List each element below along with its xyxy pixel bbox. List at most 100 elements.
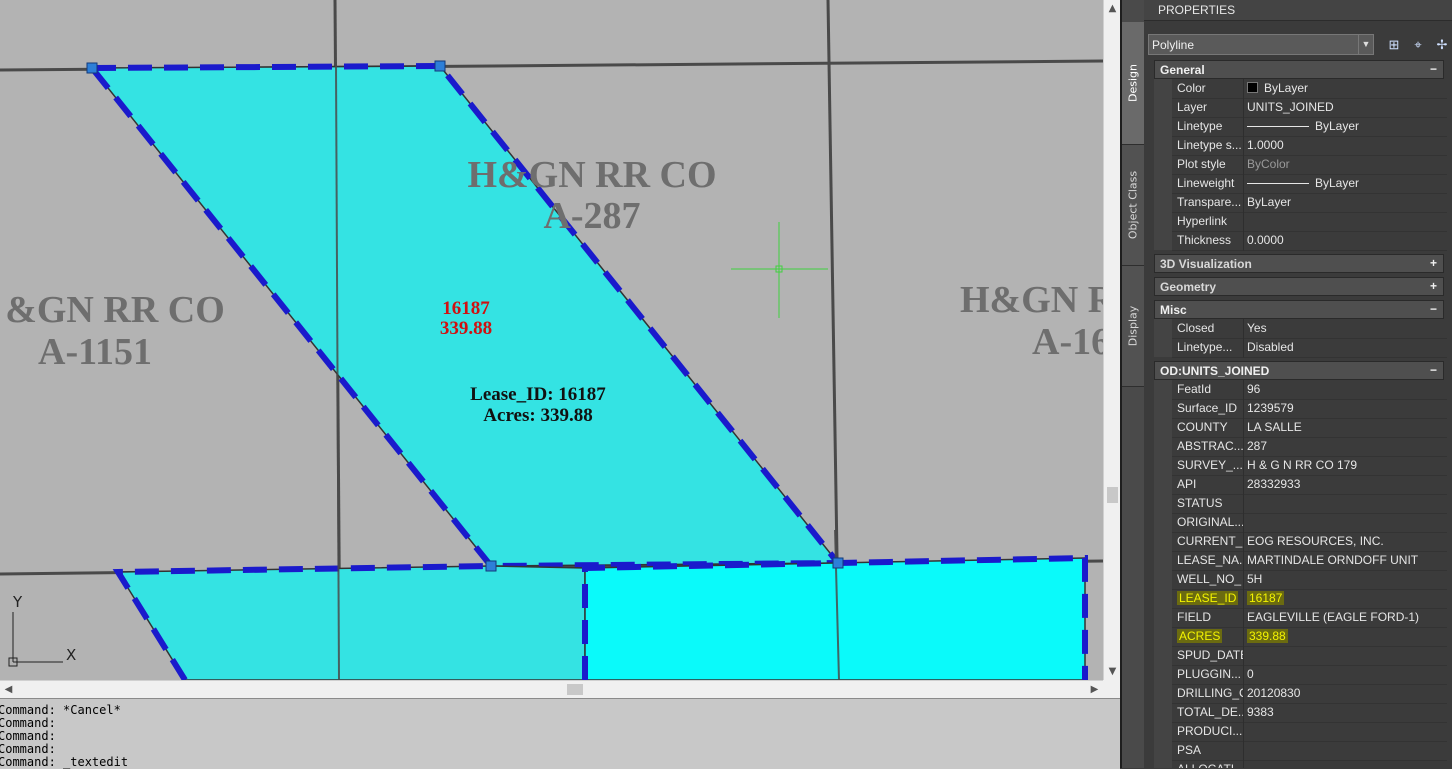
- property-value[interactable]: [1244, 494, 1447, 514]
- od-row[interactable]: ALLOCATI...: [1172, 760, 1444, 768]
- grip-vertex[interactable]: [485, 560, 497, 572]
- scroll-up-icon[interactable]: ▲: [1104, 0, 1121, 17]
- od-row[interactable]: SURVEY_... H & G N RR CO 179: [1172, 456, 1447, 476]
- property-value[interactable]: UNITS_JOINED: [1244, 98, 1447, 118]
- property-value[interactable]: [1244, 212, 1447, 232]
- toggle-pickadd-icon[interactable]: ⊞: [1384, 35, 1404, 55]
- scroll-right-icon[interactable]: ▶: [1086, 681, 1103, 698]
- property-value[interactable]: ByLayer: [1244, 174, 1447, 194]
- property-value[interactable]: 28332933: [1244, 475, 1447, 495]
- scroll-left-icon[interactable]: ◀: [0, 681, 17, 698]
- property-row-linetype[interactable]: Linetype ByLayer: [1172, 117, 1447, 137]
- section-geometry[interactable]: Geometry +: [1154, 277, 1444, 296]
- od-row[interactable]: Surface_ID 1239579: [1172, 399, 1447, 419]
- section-object-data[interactable]: OD:UNITS_JOINED −: [1154, 361, 1444, 380]
- property-value[interactable]: ByLayer: [1244, 117, 1447, 137]
- adjacent-polygon-right[interactable]: [584, 557, 1086, 680]
- horizontal-scroll-thumb[interactable]: [567, 684, 583, 695]
- select-objects-icon[interactable]: ⌖: [1408, 35, 1428, 55]
- property-value[interactable]: 16187: [1244, 589, 1447, 609]
- od-row[interactable]: CURRENT_ EOG RESOURCES, INC.: [1172, 532, 1447, 552]
- property-value[interactable]: 0: [1244, 665, 1447, 685]
- chevron-down-icon[interactable]: ▼: [1358, 35, 1373, 54]
- quick-select-icon[interactable]: ✢: [1432, 35, 1452, 55]
- property-value[interactable]: 9383: [1244, 703, 1447, 723]
- scroll-down-icon[interactable]: ▼: [1104, 663, 1121, 680]
- property-value[interactable]: Yes: [1244, 319, 1447, 339]
- property-row-lineweight[interactable]: Lineweight ByLayer: [1172, 174, 1447, 194]
- drawing-svg[interactable]: H&GN RR CO A-287 &GN RR CO A-1151 H&GN R…: [0, 0, 1103, 680]
- property-value[interactable]: 1.0000: [1244, 136, 1447, 156]
- property-value[interactable]: [1244, 722, 1447, 742]
- property-value[interactable]: 0.0000: [1244, 231, 1447, 251]
- vertical-scroll-thumb[interactable]: [1107, 487, 1118, 503]
- property-value[interactable]: [1244, 741, 1447, 761]
- od-row[interactable]: WELL_NO_ 5H: [1172, 570, 1447, 590]
- tab-display[interactable]: Display: [1122, 266, 1144, 387]
- od-row[interactable]: PSA: [1172, 741, 1447, 761]
- od-row[interactable]: COUNTY LA SALLE: [1172, 418, 1447, 438]
- collapse-icon[interactable]: −: [1430, 363, 1437, 377]
- section-misc[interactable]: Misc −: [1154, 300, 1444, 319]
- od-row-lease-id[interactable]: LEASE_ID 16187: [1172, 589, 1447, 609]
- grip-vertex[interactable]: [832, 557, 844, 569]
- expand-icon[interactable]: +: [1430, 279, 1437, 293]
- property-value[interactable]: LA SALLE: [1244, 418, 1447, 438]
- grip-vertex[interactable]: [86, 62, 98, 74]
- drawing-canvas[interactable]: H&GN RR CO A-287 &GN RR CO A-1151 H&GN R…: [0, 0, 1103, 680]
- od-row[interactable]: SPUD_DATE: [1172, 646, 1447, 666]
- od-row[interactable]: DRILLING_C 20120830: [1172, 684, 1447, 704]
- acres-text[interactable]: Acres: 339.88: [483, 405, 592, 426]
- property-row-closed[interactable]: Closed Yes: [1172, 319, 1447, 339]
- property-row-thickness[interactable]: Thickness 0.0000: [1172, 231, 1447, 251]
- property-value[interactable]: 20120830: [1244, 684, 1447, 704]
- property-value[interactable]: 339.88: [1244, 627, 1447, 647]
- od-row[interactable]: ORIGINAL...: [1172, 513, 1447, 533]
- property-row-hyperlink[interactable]: Hyperlink: [1172, 212, 1447, 232]
- lease-red-label[interactable]: 16187 339.88: [440, 298, 492, 339]
- property-value[interactable]: ByLayer: [1244, 193, 1447, 213]
- object-type-select[interactable]: Polyline ▼: [1148, 34, 1374, 55]
- vertical-scrollbar[interactable]: ▲ ▼: [1103, 0, 1121, 680]
- od-row[interactable]: FeatId 96: [1172, 380, 1447, 400]
- property-value[interactable]: EOG RESOURCES, INC.: [1244, 532, 1447, 552]
- property-value[interactable]: 5H: [1244, 570, 1447, 590]
- acres-red-text[interactable]: 339.88: [440, 318, 492, 339]
- collapse-icon[interactable]: −: [1430, 302, 1437, 316]
- grip-vertex[interactable]: [434, 60, 446, 72]
- property-value[interactable]: H & G N RR CO 179: [1244, 456, 1447, 476]
- property-row-plot-style[interactable]: Plot style ByColor: [1172, 155, 1447, 175]
- od-row[interactable]: STATUS: [1172, 494, 1447, 514]
- property-value[interactable]: EAGLEVILLE (EAGLE FORD-1): [1244, 608, 1447, 628]
- section-general[interactable]: General −: [1154, 60, 1444, 79]
- tab-design[interactable]: Design: [1122, 22, 1144, 145]
- command-history[interactable]: Command: *Cancel* Command: Command: Comm…: [0, 698, 1120, 769]
- property-value[interactable]: MARTINDALE ORNDOFF UNIT: [1244, 551, 1447, 571]
- horizontal-scrollbar[interactable]: ◀ ▶: [0, 680, 1103, 698]
- property-value[interactable]: ByLayer: [1244, 79, 1447, 99]
- property-row-linetype-generation[interactable]: Linetype... Disabled: [1172, 338, 1447, 358]
- property-value[interactable]: 1239579: [1244, 399, 1447, 419]
- lease-info-label[interactable]: Lease_ID: 16187 Acres: 339.88: [470, 384, 606, 426]
- property-value[interactable]: [1244, 646, 1447, 666]
- palette-title-bar[interactable]: PROPERTIES: [1144, 0, 1452, 21]
- od-row[interactable]: LEASE_NA... MARTINDALE ORNDOFF UNIT: [1172, 551, 1447, 571]
- lease-id-red-text[interactable]: 16187: [442, 298, 490, 319]
- adjacent-polygon-left[interactable]: [116, 565, 586, 680]
- od-row[interactable]: API 28332933: [1172, 475, 1447, 495]
- property-value[interactable]: 287: [1244, 437, 1447, 457]
- od-row[interactable]: FIELD EAGLEVILLE (EAGLE FORD-1): [1172, 608, 1447, 628]
- property-value[interactable]: [1244, 513, 1447, 533]
- tab-object-class[interactable]: Object Class: [1122, 145, 1144, 266]
- property-value[interactable]: Disabled: [1244, 338, 1447, 358]
- lease-id-text[interactable]: Lease_ID: 16187: [470, 384, 606, 405]
- property-row-layer[interactable]: Layer UNITS_JOINED: [1172, 98, 1447, 118]
- property-value[interactable]: [1244, 760, 1444, 768]
- od-row[interactable]: TOTAL_DE... 9383: [1172, 703, 1447, 723]
- expand-icon[interactable]: +: [1430, 256, 1437, 270]
- property-row-linetype-scale[interactable]: Linetype s... 1.0000: [1172, 136, 1447, 156]
- od-row[interactable]: PLUGGIN... 0: [1172, 665, 1447, 685]
- property-row-transparency[interactable]: Transpare... ByLayer: [1172, 193, 1447, 213]
- section-3d-visualization[interactable]: 3D Visualization +: [1154, 254, 1444, 273]
- od-row[interactable]: ABSTRAC... 287: [1172, 437, 1447, 457]
